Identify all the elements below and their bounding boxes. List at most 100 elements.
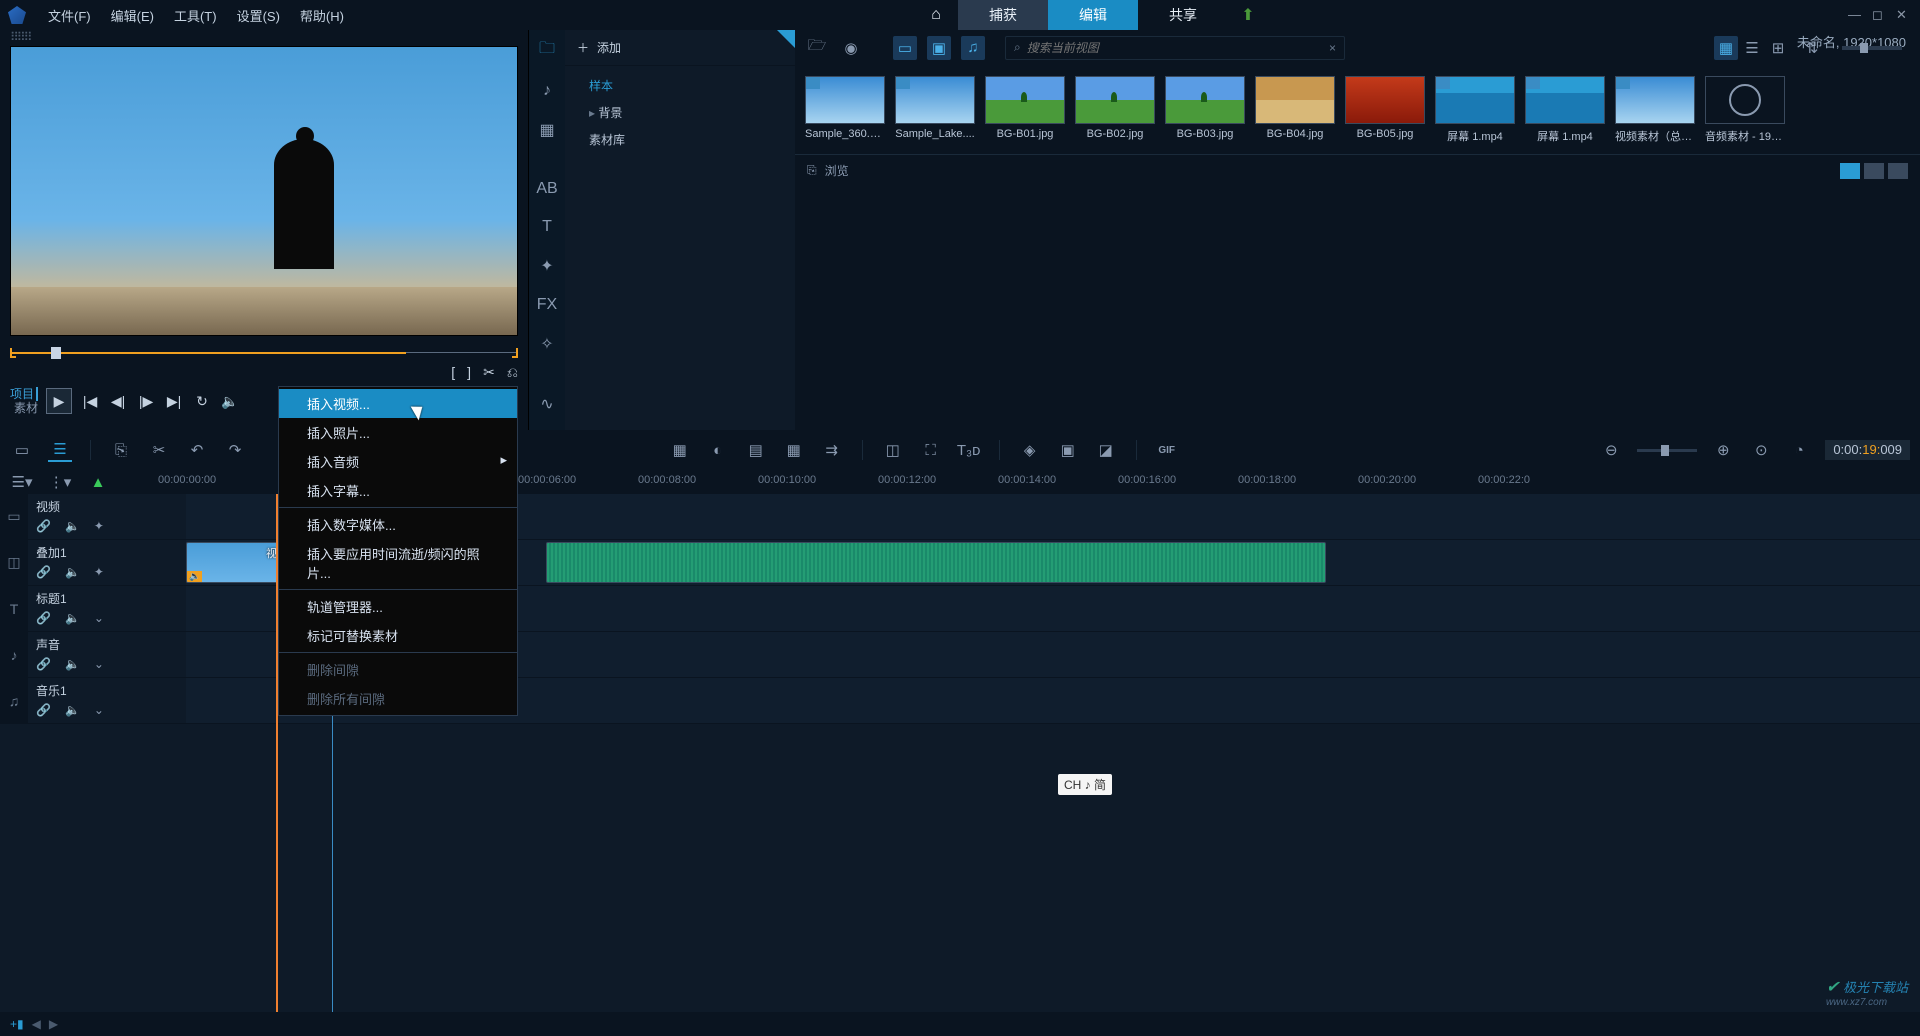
preview-viewport[interactable] bbox=[10, 46, 518, 336]
ctx-insert-digital[interactable]: 插入数字媒体... bbox=[279, 510, 517, 539]
menu-tools[interactable]: 工具(T) bbox=[164, 6, 227, 25]
list-item[interactable]: Sample_Lake.... bbox=[895, 76, 975, 144]
tl-tool-6[interactable]: ◫ bbox=[881, 438, 905, 462]
zoom-in-icon[interactable]: ⊕ bbox=[1711, 438, 1735, 462]
list-item[interactable]: Sample_360.m... bbox=[805, 76, 885, 144]
fx-toggle-icon[interactable]: ✦ bbox=[94, 519, 104, 533]
view-tiles-icon[interactable]: ⊞ bbox=[1766, 36, 1790, 60]
cut-icon[interactable]: ⎌ bbox=[507, 364, 518, 381]
ctx-insert-photo[interactable]: 插入照片... bbox=[279, 418, 517, 447]
ctx-insert-timelapse[interactable]: 插入要应用时间流逝/频闪的照片... bbox=[279, 539, 517, 587]
mute-icon[interactable]: 🔈 bbox=[65, 703, 80, 717]
menu-edit[interactable]: 编辑(E) bbox=[101, 6, 164, 25]
template-tool-icon[interactable]: ▦ bbox=[535, 120, 559, 140]
tl-tool-5[interactable]: ⇉ bbox=[820, 438, 844, 462]
filter-audio-icon[interactable]: ♫ bbox=[961, 36, 985, 60]
tree-library[interactable]: 素材库 bbox=[565, 126, 795, 153]
zoom-slider[interactable] bbox=[1637, 449, 1697, 452]
menu-file[interactable]: 文件(F) bbox=[38, 6, 101, 25]
record-icon[interactable]: ◉ bbox=[839, 36, 863, 60]
gif-icon[interactable]: GIF bbox=[1155, 438, 1179, 462]
music-track-icon[interactable]: ♫ bbox=[0, 678, 28, 723]
tab-share[interactable]: 共享 bbox=[1138, 0, 1228, 30]
list-item[interactable]: BG-B05.jpg bbox=[1345, 76, 1425, 144]
panel-toggle-1[interactable] bbox=[1840, 163, 1860, 179]
tl-tool-3[interactable]: ▤ bbox=[744, 438, 768, 462]
collapse-icon[interactable]: ⌄ bbox=[94, 703, 104, 717]
video-track-icon[interactable]: ▭ bbox=[0, 494, 28, 539]
add-marker-icon[interactable]: +▮ bbox=[10, 1017, 24, 1031]
scroll-right-icon[interactable]: ▶ bbox=[49, 1017, 58, 1031]
link-icon[interactable]: 🔗 bbox=[36, 657, 51, 671]
tab-edit[interactable]: 编辑 bbox=[1048, 0, 1138, 30]
search-input[interactable] bbox=[1027, 41, 1323, 55]
list-item[interactable]: BG-B01.jpg bbox=[985, 76, 1065, 144]
browse-icon[interactable]: ⎘ bbox=[807, 163, 817, 178]
transition-tool-icon[interactable]: AB bbox=[535, 180, 559, 198]
tl-3d-title-icon[interactable]: T₃ᴅ bbox=[957, 438, 981, 462]
link-icon[interactable]: 🔗 bbox=[36, 519, 51, 533]
filter-video-icon[interactable]: ▭ bbox=[893, 36, 917, 60]
sound-track-icon[interactable]: ♪ bbox=[0, 632, 28, 677]
audio-clip[interactable] bbox=[546, 542, 1326, 583]
undo-icon[interactable]: ↶ bbox=[185, 438, 209, 462]
minimize-icon[interactable]: — bbox=[1848, 7, 1864, 23]
tab-capture[interactable]: 捕获 bbox=[958, 0, 1048, 30]
volume-icon[interactable]: 🔈 bbox=[220, 391, 240, 411]
tl-tool-9[interactable]: ▣ bbox=[1056, 438, 1080, 462]
audio-tool-icon[interactable]: ♪ bbox=[535, 82, 559, 100]
close-icon[interactable]: ✕ bbox=[1896, 7, 1912, 23]
tab-home[interactable]: ⌂ bbox=[914, 0, 958, 30]
ripple-icon[interactable]: ✂ bbox=[147, 438, 171, 462]
title-track-icon[interactable]: T bbox=[0, 586, 28, 631]
view-list-icon[interactable]: ☰ bbox=[1740, 36, 1764, 60]
ctx-insert-audio[interactable]: 插入音频 bbox=[279, 447, 517, 476]
thumb-size-slider[interactable] bbox=[1842, 46, 1902, 50]
view-grid-icon[interactable]: ▦ bbox=[1714, 36, 1738, 60]
list-item[interactable]: 屏幕 1.mp4 bbox=[1525, 76, 1605, 144]
title-tool-icon[interactable]: T bbox=[535, 218, 559, 236]
track-add-icon[interactable]: ▲ bbox=[86, 470, 110, 494]
tl-tool-7[interactable]: ⛶ bbox=[919, 438, 943, 462]
track-menu-2-icon[interactable]: ⋮▾ bbox=[48, 470, 72, 494]
tl-tool-10[interactable]: ◪ bbox=[1094, 438, 1118, 462]
graphics-tool-icon[interactable]: ✦ bbox=[535, 256, 559, 276]
mute-icon[interactable]: 🔈 bbox=[65, 657, 80, 671]
mute-icon[interactable]: 🔈 bbox=[65, 519, 80, 533]
panel-toggle-3[interactable] bbox=[1888, 163, 1908, 179]
menu-help[interactable]: 帮助(H) bbox=[290, 6, 354, 25]
list-item[interactable]: BG-B04.jpg bbox=[1255, 76, 1335, 144]
add-media-button[interactable]: ＋ 添加 bbox=[565, 30, 795, 66]
collapse-icon[interactable]: ⌄ bbox=[94, 611, 104, 625]
copy-attr-icon[interactable]: ⎘ bbox=[109, 438, 133, 462]
path-tool-icon[interactable]: ∿ bbox=[535, 394, 559, 414]
next-frame-icon[interactable]: |▶ bbox=[136, 391, 156, 411]
tree-background[interactable]: 背景 bbox=[565, 99, 795, 126]
track-menu-1-icon[interactable]: ☰▾ bbox=[10, 470, 34, 494]
overlay-track-icon[interactable]: ◫ bbox=[0, 540, 28, 585]
timeline-view-icon[interactable]: ☰ bbox=[48, 438, 72, 462]
playback-mode[interactable]: 项目 素材 bbox=[10, 387, 38, 415]
tl-tool-8[interactable]: ◈ bbox=[1018, 438, 1042, 462]
upload-icon[interactable]: ⬆ bbox=[1228, 0, 1268, 30]
panel-toggle-2[interactable] bbox=[1864, 163, 1884, 179]
list-item[interactable]: 音频素材 - 196... bbox=[1705, 76, 1785, 144]
fx-tool-icon[interactable]: FX bbox=[535, 296, 559, 314]
maximize-icon[interactable]: ◻ bbox=[1872, 7, 1888, 23]
redo-icon[interactable]: ↷ bbox=[223, 438, 247, 462]
link-icon[interactable]: 🔗 bbox=[36, 565, 51, 579]
split-icon[interactable]: ✂ bbox=[483, 364, 495, 381]
fit-icon[interactable]: ⊙ bbox=[1749, 438, 1773, 462]
ctx-mark-replaceable[interactable]: 标记可替换素材 bbox=[279, 621, 517, 650]
search-box[interactable]: ⌕ × bbox=[1005, 36, 1345, 60]
ar-tool-icon[interactable]: ✧ bbox=[535, 334, 559, 354]
mark-in-icon[interactable]: [ bbox=[451, 364, 455, 381]
go-start-icon[interactable]: |◀ bbox=[80, 391, 100, 411]
grip-dots-icon[interactable]: ⠿⠿⠿ bbox=[0, 30, 528, 46]
tl-tool-2[interactable]: ◐ bbox=[706, 438, 730, 462]
mute-icon[interactable]: 🔈 bbox=[65, 565, 80, 579]
list-item[interactable]: 视频素材（总）... bbox=[1615, 76, 1695, 144]
loop-icon[interactable]: ↻ bbox=[192, 391, 212, 411]
browse-label[interactable]: 浏览 bbox=[825, 162, 849, 179]
import-folder-icon[interactable]: 🗁 bbox=[805, 36, 829, 60]
